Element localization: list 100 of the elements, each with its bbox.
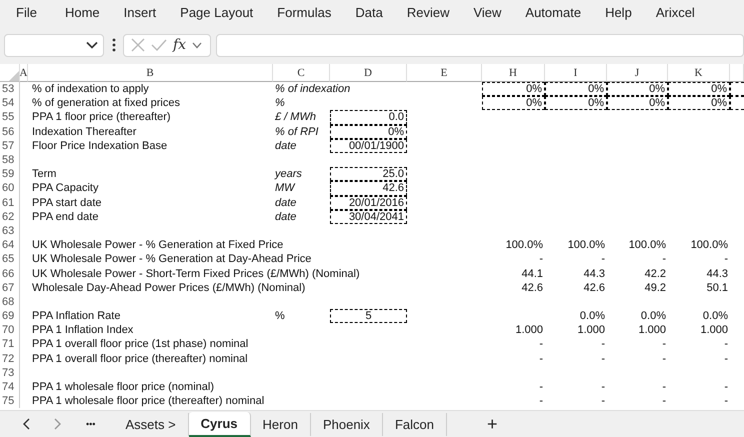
table-cell: £ / MWh (275, 111, 316, 124)
table-cell: 100.0% (568, 239, 605, 252)
row-header[interactable]: 58 (0, 152, 20, 168)
table-cell: 1.000 (515, 324, 543, 336)
table-cell: - (539, 381, 543, 394)
table-cell: 0% (588, 83, 604, 96)
table-cell: 42.6 (382, 182, 404, 194)
table-cell: date (275, 210, 296, 223)
more-options-icon[interactable] (112, 38, 116, 52)
row-header[interactable]: 75 (0, 394, 20, 408)
row-header[interactable]: 54 (0, 96, 20, 110)
menu-item[interactable]: Help (605, 4, 632, 20)
menu-item[interactable]: Data (355, 4, 383, 20)
add-sheet-button[interactable]: + (486, 414, 498, 434)
next-sheet-icon[interactable] (54, 418, 62, 430)
row-header[interactable]: 57 (0, 138, 20, 153)
table-cell: 0.0% (580, 310, 605, 322)
column-header[interactable]: K (668, 64, 730, 82)
table-cell: 49.2 (644, 282, 666, 294)
menu-item[interactable]: Arixcel (656, 4, 695, 20)
table-cell: Indexation Thereafter (32, 126, 136, 138)
cancel-icon[interactable] (131, 38, 145, 52)
table-cell: % of indexation to apply (32, 83, 149, 96)
row-header[interactable]: 60 (0, 181, 20, 196)
column-header[interactable]: D (330, 64, 407, 82)
table-cell: - (601, 381, 605, 394)
column-header[interactable] (730, 64, 744, 82)
row-header[interactable]: 53 (0, 82, 20, 96)
row-header[interactable]: 63 (0, 224, 20, 238)
table-cell: - (724, 253, 728, 266)
menu-item[interactable]: Insert (124, 4, 156, 20)
column-header[interactable]: H (482, 64, 545, 82)
table-cell: % (275, 97, 285, 110)
menu-item[interactable]: File (16, 4, 37, 20)
column-header[interactable]: J (607, 64, 668, 82)
name-box[interactable] (4, 34, 104, 56)
sheet-tab[interactable]: Phoenix (310, 412, 383, 436)
table-cell: 0% (388, 126, 404, 138)
row-header[interactable]: 66 (0, 266, 20, 281)
menu-item[interactable]: Automate (525, 4, 582, 20)
row-header[interactable]: 71 (0, 337, 20, 352)
row-header[interactable]: 73 (0, 366, 20, 380)
table-cell: 42.2 (644, 268, 666, 280)
row-header[interactable]: 64 (0, 238, 20, 252)
table-cell: 0.0 (388, 111, 404, 124)
table-cell: 100.0% (506, 239, 543, 252)
table-cell: 20/01/2016 (348, 196, 404, 209)
table-cell: PPA 1 Inflation Index (32, 324, 134, 336)
table-cell: 5 (365, 310, 372, 322)
column-header[interactable]: I (545, 64, 607, 82)
row-header[interactable]: 72 (0, 352, 20, 366)
column-header[interactable]: B (28, 64, 273, 82)
menu-item[interactable]: Review (406, 4, 450, 20)
chevron-down-icon (86, 41, 98, 49)
table-cell: PPA Inflation Rate (32, 310, 120, 322)
more-sheets-button[interactable]: ••• (86, 419, 96, 429)
sheet-tab[interactable]: Falcon (382, 412, 447, 436)
menu-item[interactable]: Formulas (277, 4, 332, 20)
table-cell: Floor Price Indexation Base (32, 140, 168, 152)
menu-item[interactable]: Home (64, 4, 100, 20)
table-cell: % of generation at fixed prices (32, 97, 180, 110)
table-cell: 00/01/1900 (348, 140, 404, 152)
table-cell: 42.6 (522, 282, 543, 294)
row-header[interactable]: 68 (0, 294, 20, 309)
chevron-down-icon[interactable] (192, 42, 202, 48)
table-cell: date (275, 196, 296, 209)
column-header[interactable]: A (20, 64, 28, 82)
table-cell: 1.000 (638, 324, 666, 336)
row-header[interactable]: 59 (0, 167, 20, 182)
row-header[interactable]: 55 (0, 110, 20, 125)
sheet-tab[interactable]: Cyrus (188, 412, 251, 436)
table-cell: 1.000 (700, 324, 728, 336)
table-cell: PPA Capacity (32, 182, 98, 194)
select-all-icon[interactable] (9, 71, 19, 81)
column-header[interactable]: E (407, 64, 482, 82)
row-header[interactable]: 69 (0, 309, 20, 324)
sheet-tab[interactable]: Heron (250, 412, 311, 436)
table-cell: - (601, 338, 605, 350)
table-cell: 30/04/2041 (348, 210, 404, 223)
previous-sheet-icon[interactable] (22, 418, 30, 430)
row-header[interactable]: 70 (0, 323, 20, 338)
row-header[interactable]: 62 (0, 210, 20, 224)
table-cell: 0% (711, 83, 727, 96)
column-header[interactable]: C (273, 64, 330, 82)
table-cell: - (724, 352, 728, 365)
row-header[interactable]: 56 (0, 124, 20, 139)
row-header[interactable]: 65 (0, 252, 20, 266)
row-header[interactable]: 67 (0, 280, 20, 295)
table-cell: 25.0 (382, 168, 404, 180)
table-cell: UK Wholesale Power - % Generation at Day-Ahead Price (32, 253, 312, 266)
table-cell: PPA 1 wholesale floor price (thereafter) nominal (32, 395, 264, 408)
formula-input[interactable] (216, 34, 744, 56)
table-cell: - (601, 253, 605, 266)
menu-item[interactable]: Page Layout (180, 4, 254, 20)
row-header[interactable]: 74 (0, 380, 20, 394)
insert-function-button[interactable]: fx (173, 37, 186, 53)
checkmark-icon[interactable] (151, 39, 167, 51)
menu-item[interactable]: View (473, 4, 502, 20)
row-header[interactable]: 61 (0, 196, 20, 210)
table-cell: 0% (649, 83, 665, 96)
